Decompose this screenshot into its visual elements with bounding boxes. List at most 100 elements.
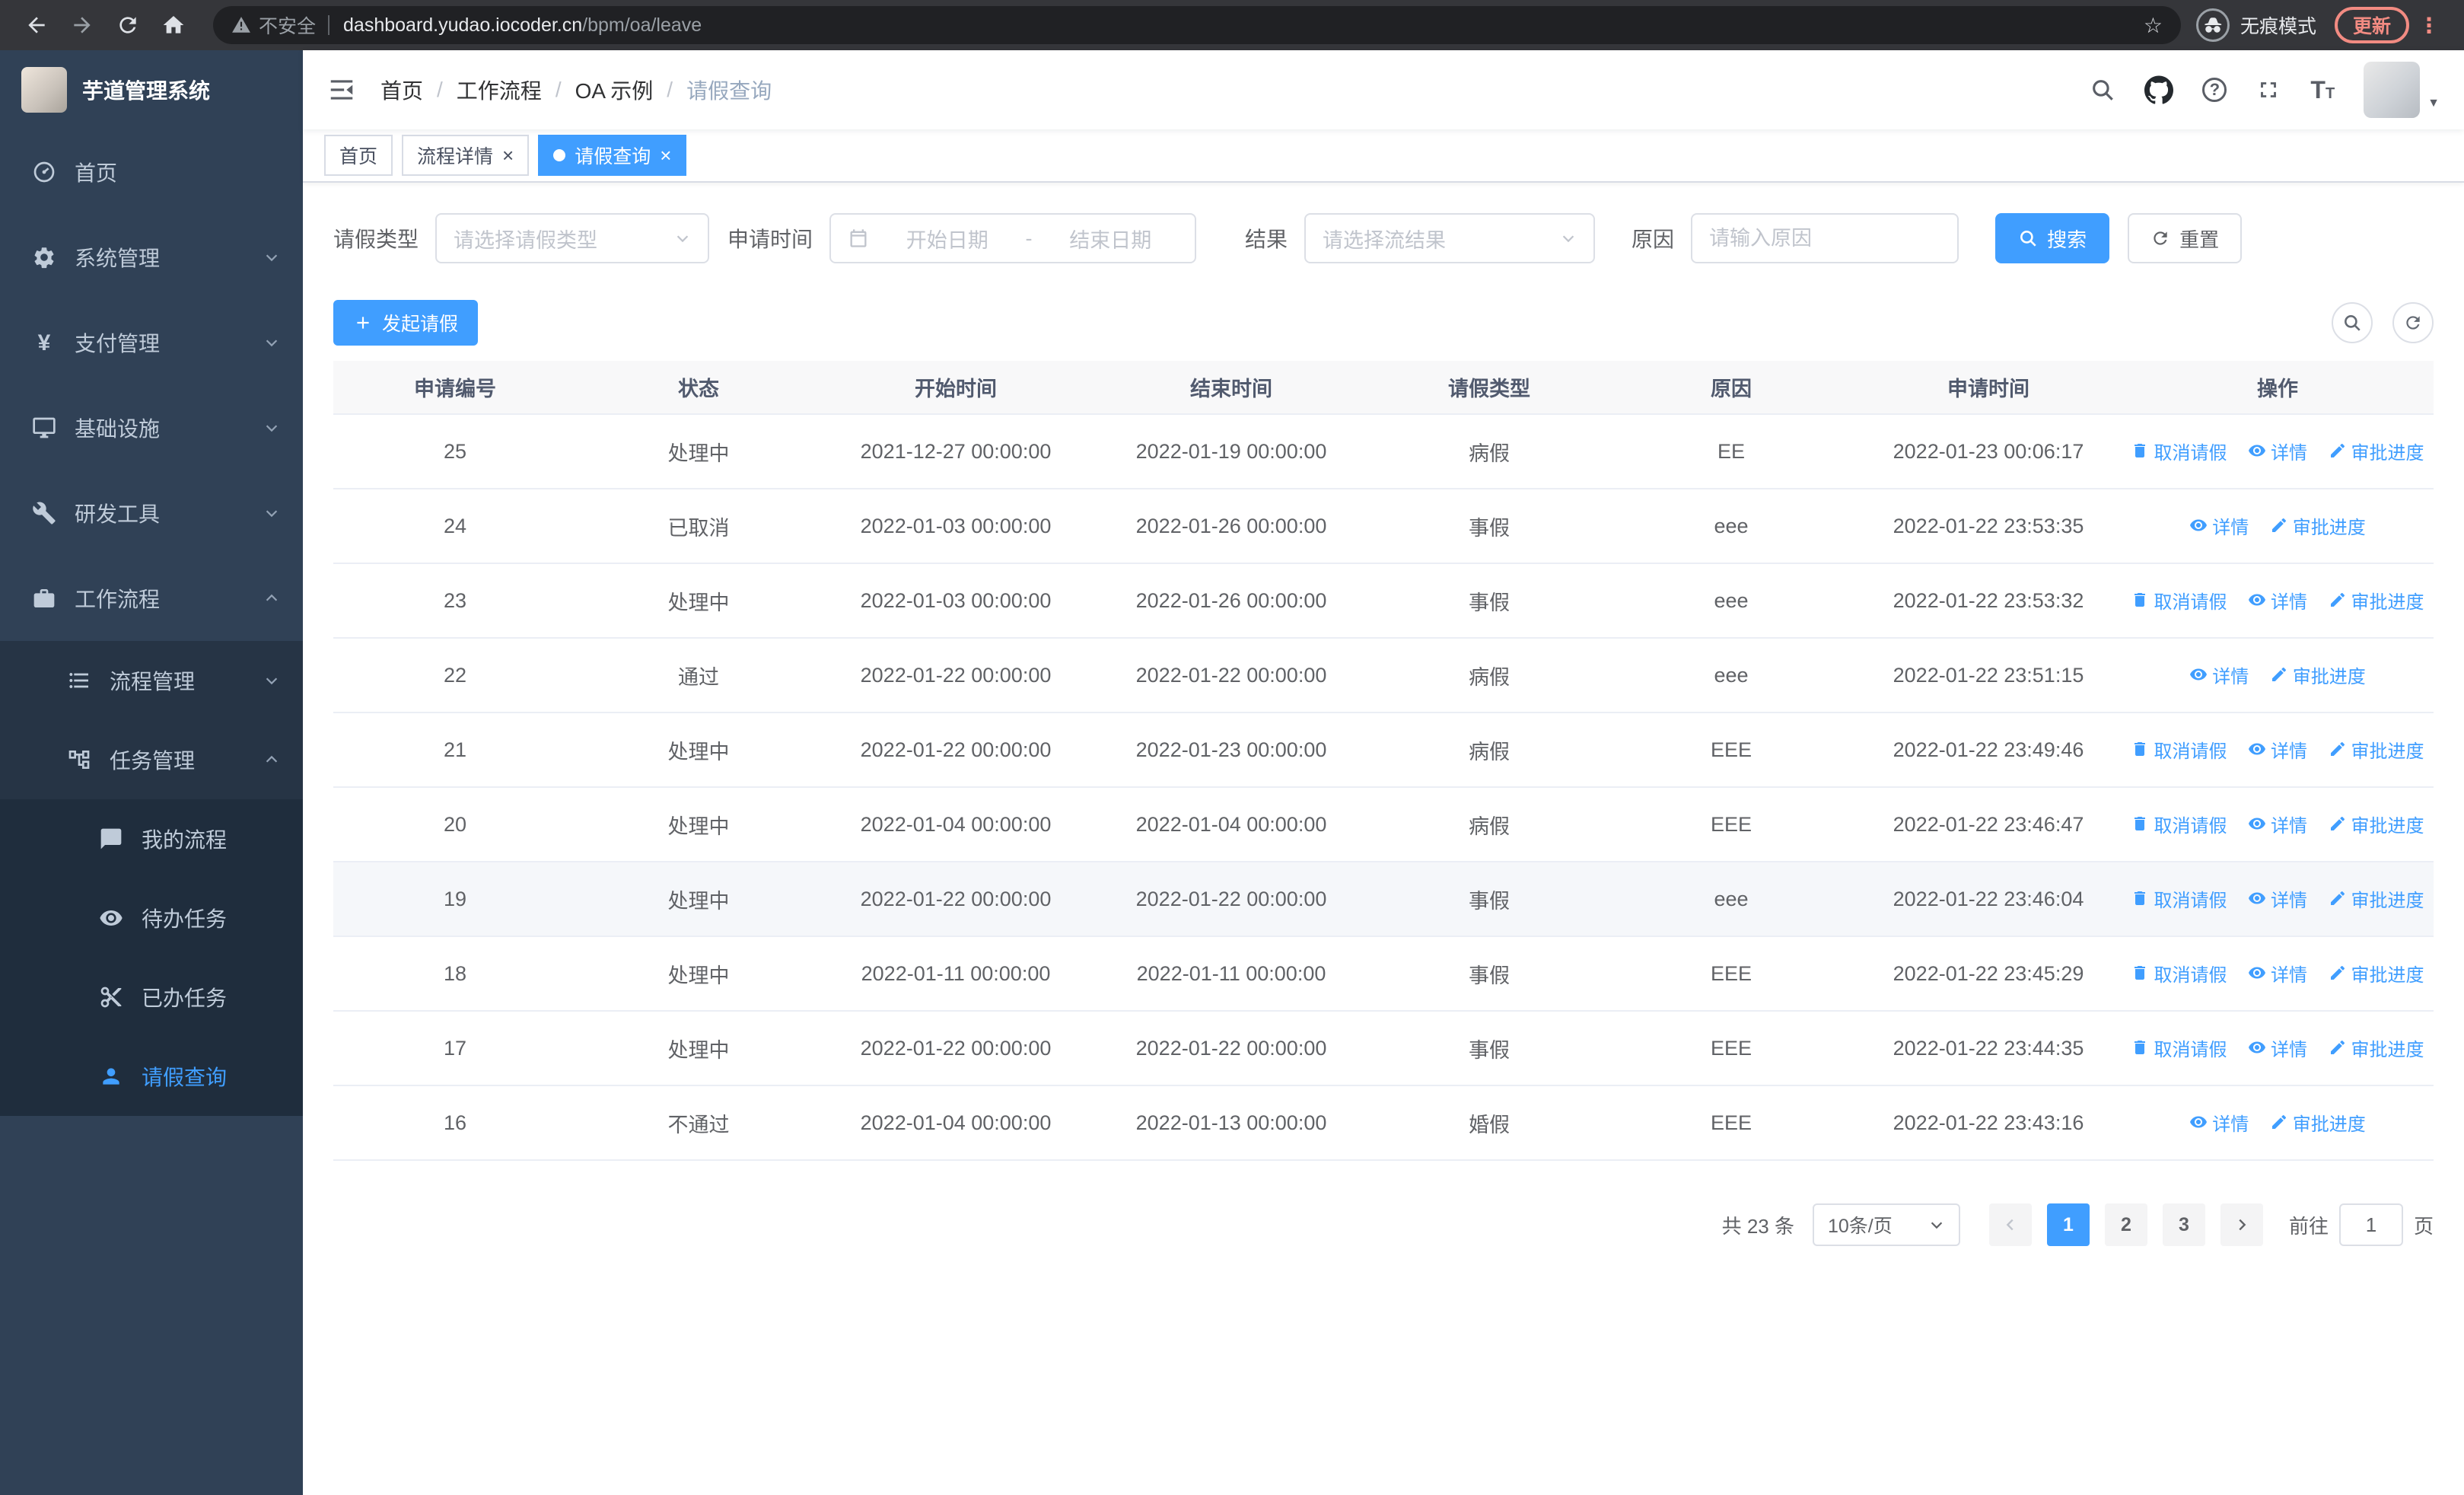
table-row[interactable]: 25 处理中 2021-12-27 00:00:00 2022-01-19 00… — [333, 414, 2434, 489]
detail-link[interactable]: 详情 — [2189, 1109, 2249, 1136]
reset-button[interactable]: 重置 — [2128, 213, 2243, 263]
table-row[interactable]: 20 处理中 2022-01-04 00:00:00 2022-01-04 00… — [333, 787, 2434, 862]
sidebar-item-home[interactable]: 首页 — [0, 129, 303, 215]
sidebar-item-done-tasks[interactable]: 已办任务 — [0, 958, 303, 1037]
table-row[interactable]: 16 不通过 2022-01-04 00:00:00 2022-01-13 00… — [333, 1085, 2434, 1161]
cell-status: 通过 — [577, 638, 820, 713]
leave-type-select[interactable]: 请选择请假类型 — [435, 213, 710, 263]
approval-progress-link[interactable]: 审批进度 — [2329, 1034, 2424, 1061]
detail-label: 详情 — [2271, 890, 2307, 911]
cancel-leave-link[interactable]: 取消请假 — [2131, 736, 2227, 763]
tab-leave-query[interactable]: 请假查询 × — [538, 135, 687, 176]
detail-link[interactable]: 详情 — [2248, 736, 2307, 763]
font-size-icon[interactable]: TT — [2310, 78, 2335, 102]
browser-forward-icon[interactable] — [61, 4, 103, 46]
approval-progress-link[interactable]: 审批进度 — [2329, 885, 2424, 912]
search-icon[interactable] — [2090, 77, 2115, 103]
user-avatar[interactable]: ▼ — [2364, 62, 2440, 118]
sidebar-item-leave-query[interactable]: 请假查询 — [0, 1037, 303, 1116]
apply-time-range-picker[interactable]: 开始日期 - 结束日期 — [829, 213, 1197, 263]
detail-link[interactable]: 详情 — [2248, 885, 2307, 912]
approval-progress-link[interactable]: 审批进度 — [2329, 438, 2424, 464]
breadcrumb-home[interactable]: 首页 — [380, 75, 423, 105]
cell-status: 处理中 — [577, 862, 820, 937]
top-navbar: 首页 / 工作流程 / OA 示例 / 请假查询 ? TT ▼ — [303, 50, 2464, 129]
detail-link[interactable]: 详情 — [2248, 960, 2307, 987]
edit-icon — [2330, 966, 2345, 980]
page-button-3[interactable]: 3 — [2162, 1203, 2205, 1246]
app-logo[interactable]: 芋道管理系统 — [0, 50, 303, 129]
tab-process-detail[interactable]: 流程详情 × — [402, 135, 530, 176]
detail-link[interactable]: 详情 — [2248, 1034, 2307, 1061]
sidebar-item-label: 研发工具 — [75, 502, 161, 526]
browser-reload-icon[interactable] — [107, 4, 149, 46]
browser-home-icon[interactable] — [152, 4, 195, 46]
help-icon[interactable]: ? — [2202, 78, 2227, 102]
sidebar-item-process-management[interactable]: 流程管理 — [0, 641, 303, 720]
cancel-leave-link[interactable]: 取消请假 — [2131, 438, 2227, 464]
sidebar-toggle-icon[interactable] — [327, 75, 356, 104]
cell-start-time: 2022-01-04 00:00:00 — [820, 787, 1091, 862]
sidebar-item-devtools[interactable]: 研发工具 — [0, 470, 303, 556]
breadcrumb-oa-example[interactable]: OA 示例 — [575, 75, 654, 105]
cancel-leave-link[interactable]: 取消请假 — [2131, 587, 2227, 614]
table-row[interactable]: 23 处理中 2022-01-03 00:00:00 2022-01-26 00… — [333, 563, 2434, 639]
detail-link[interactable]: 详情 — [2189, 512, 2249, 539]
table-row[interactable]: 21 处理中 2022-01-22 00:00:00 2022-01-23 00… — [333, 712, 2434, 788]
page-button-2[interactable]: 2 — [2104, 1203, 2147, 1246]
result-select[interactable]: 请选择流结果 — [1304, 213, 1596, 263]
approval-progress-label: 审批进度 — [2351, 964, 2424, 986]
cell-id: 18 — [333, 936, 577, 1012]
next-page-button[interactable] — [2220, 1203, 2263, 1246]
approval-progress-link[interactable]: 审批进度 — [2329, 960, 2424, 987]
table-row[interactable]: 24 已取消 2022-01-03 00:00:00 2022-01-26 00… — [333, 489, 2434, 564]
sidebar-item-payment[interactable]: ¥ 支付管理 — [0, 300, 303, 385]
sidebar-item-system[interactable]: 系统管理 — [0, 215, 303, 300]
cancel-leave-link[interactable]: 取消请假 — [2131, 885, 2227, 912]
sidebar-item-workflow[interactable]: 工作流程 — [0, 556, 303, 641]
detail-link[interactable]: 详情 — [2248, 811, 2307, 837]
approval-progress-link[interactable]: 审批进度 — [2329, 736, 2424, 763]
toggle-search-button[interactable] — [2332, 302, 2373, 343]
browser-menu-icon[interactable]: ⋮ — [2409, 13, 2449, 38]
browser-back-icon[interactable] — [15, 4, 58, 46]
sidebar-item-pending-tasks[interactable]: 待办任务 — [0, 878, 303, 958]
detail-link[interactable]: 详情 — [2248, 587, 2307, 614]
detail-link[interactable]: 详情 — [2248, 438, 2307, 464]
cancel-leave-link[interactable]: 取消请假 — [2131, 960, 2227, 987]
table-row[interactable]: 22 通过 2022-01-22 00:00:00 2022-01-22 00:… — [333, 638, 2434, 713]
table-row[interactable]: 19 处理中 2022-01-22 00:00:00 2022-01-22 00… — [333, 862, 2434, 937]
browser-update-button[interactable]: 更新 — [2334, 7, 2409, 43]
approval-progress-link[interactable]: 审批进度 — [2329, 587, 2424, 614]
cancel-leave-link[interactable]: 取消请假 — [2131, 811, 2227, 837]
reason-input[interactable] — [1709, 226, 1941, 250]
table-row[interactable]: 18 处理中 2022-01-11 00:00:00 2022-01-11 00… — [333, 936, 2434, 1012]
prev-page-button[interactable] — [1988, 1203, 2032, 1246]
search-button[interactable]: 搜索 — [1995, 213, 2110, 263]
address-bar[interactable]: 不安全 dashboard.yudao.iocoder.cn /bpm/oa/l… — [213, 6, 2181, 44]
cell-status: 不通过 — [577, 1085, 820, 1161]
goto-page-input[interactable] — [2338, 1203, 2403, 1246]
table-row[interactable]: 17 处理中 2022-01-22 00:00:00 2022-01-22 00… — [333, 1011, 2434, 1086]
close-icon[interactable]: × — [660, 145, 671, 165]
approval-progress-link[interactable]: 审批进度 — [2270, 661, 2366, 688]
page-button-1[interactable]: 1 — [2046, 1203, 2090, 1246]
sidebar-item-my-processes[interactable]: 我的流程 — [0, 799, 303, 878]
fullscreen-icon[interactable] — [2255, 77, 2281, 103]
github-icon[interactable] — [2144, 75, 2174, 104]
breadcrumb-workflow[interactable]: 工作流程 — [457, 75, 542, 105]
approval-progress-link[interactable]: 审批进度 — [2270, 1109, 2366, 1136]
approval-progress-link[interactable]: 审批进度 — [2270, 512, 2366, 539]
create-leave-button[interactable]: 发起请假 — [333, 300, 479, 346]
refresh-table-button[interactable] — [2392, 302, 2434, 343]
tab-home[interactable]: 首页 — [324, 135, 393, 176]
page-size-select[interactable]: 10条/页 — [1812, 1203, 1960, 1246]
approval-progress-label: 审批进度 — [2351, 591, 2424, 613]
close-icon[interactable]: × — [502, 145, 514, 165]
detail-link[interactable]: 详情 — [2189, 661, 2249, 688]
approval-progress-link[interactable]: 审批进度 — [2329, 811, 2424, 837]
sidebar-item-infrastructure[interactable]: 基础设施 — [0, 385, 303, 470]
sidebar-item-task-management[interactable]: 任务管理 — [0, 720, 303, 799]
bookmark-star-icon[interactable]: ☆ — [2144, 13, 2163, 38]
cancel-leave-link[interactable]: 取消请假 — [2131, 1034, 2227, 1061]
